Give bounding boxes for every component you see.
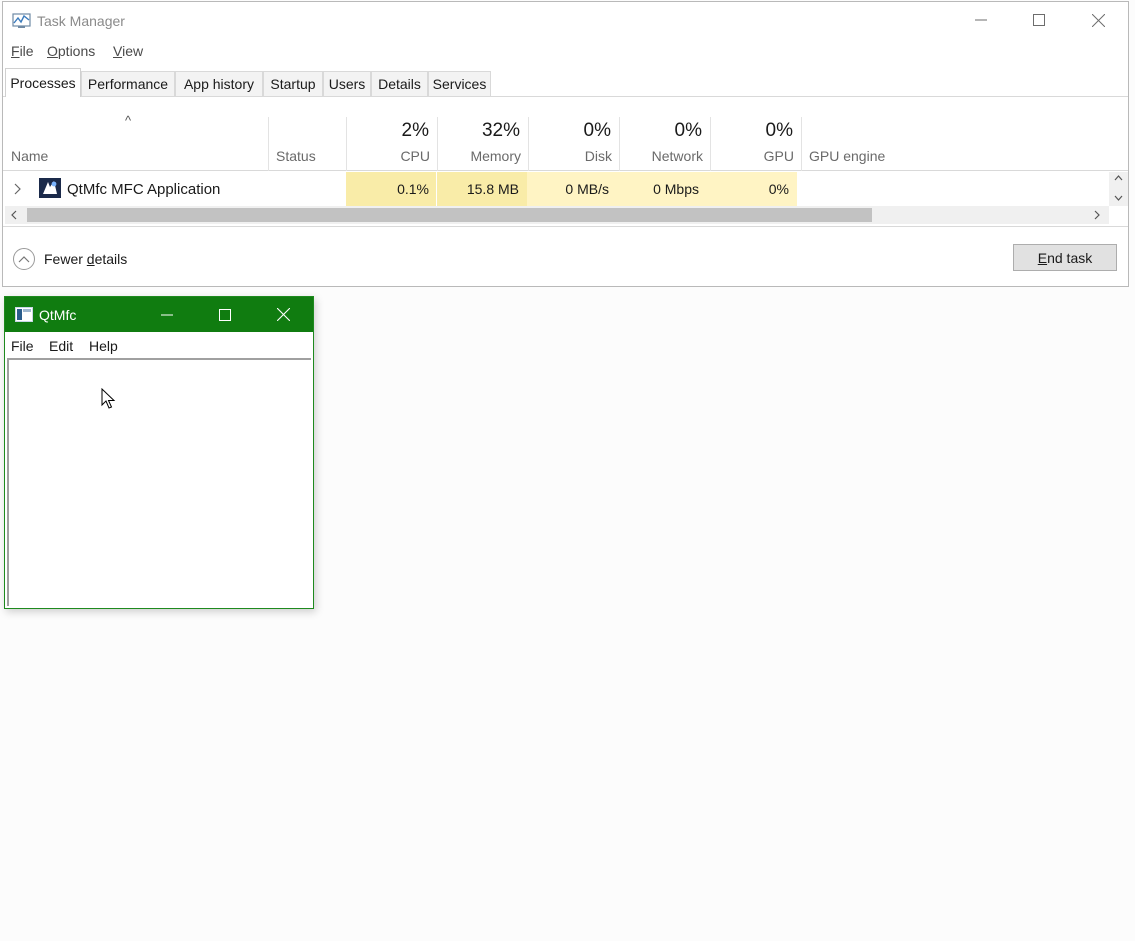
column-divider[interactable] xyxy=(268,117,269,171)
process-network: 0 Mbps xyxy=(653,181,699,197)
fewer-details-accel: d xyxy=(86,251,95,267)
minimize-icon xyxy=(161,314,173,315)
menu-options[interactable]: Options xyxy=(47,43,95,59)
footer: Fewer details End task xyxy=(3,226,1128,287)
disk-total-percent[interactable]: 0% xyxy=(534,120,611,142)
qtmfc-window: QtMfc File Edit Help xyxy=(4,296,314,609)
maximize-icon xyxy=(1033,14,1045,26)
menu-file-accel: F xyxy=(11,43,20,59)
app-icon xyxy=(39,178,61,198)
qtmfc-titlebar[interactable]: QtMfc xyxy=(5,297,313,332)
window-title: Task Manager xyxy=(37,13,125,29)
scrollbar-thumb[interactable] xyxy=(27,208,872,222)
minimize-icon xyxy=(975,19,987,21)
menu-options-label: ptions xyxy=(57,43,96,59)
horizontal-scrollbar[interactable] xyxy=(5,206,1109,224)
chevron-down-icon[interactable] xyxy=(1114,195,1123,201)
process-cpu: 0.1% xyxy=(397,181,429,197)
column-divider[interactable] xyxy=(801,117,802,171)
column-memory-header[interactable]: Memory xyxy=(443,148,521,164)
column-name-header[interactable]: Name xyxy=(11,148,48,164)
chevron-left-icon[interactable] xyxy=(11,210,17,220)
qtmfc-maximize-button[interactable] xyxy=(197,297,253,332)
vertical-scrollbar[interactable] xyxy=(1109,172,1128,206)
end-task-button[interactable]: End task xyxy=(1013,244,1117,271)
sort-indicator-icon[interactable]: ^ xyxy=(125,113,131,128)
tab-details[interactable]: Details xyxy=(371,71,428,96)
column-disk-header[interactable]: Disk xyxy=(534,148,612,164)
memory-total-percent[interactable]: 32% xyxy=(443,120,520,142)
process-memory: 15.8 MB xyxy=(466,181,519,197)
chevron-right-icon[interactable] xyxy=(1094,210,1100,220)
fewer-details-text: Fewer xyxy=(44,251,87,267)
qtmfc-minimize-button[interactable] xyxy=(139,297,195,332)
tab-startup[interactable]: Startup xyxy=(263,71,323,96)
column-status-header[interactable]: Status xyxy=(276,148,316,164)
column-divider[interactable] xyxy=(528,117,529,171)
menu-file[interactable]: File xyxy=(11,43,34,59)
qtmfc-menu-help[interactable]: Help xyxy=(89,338,118,354)
cpu-total-percent[interactable]: 2% xyxy=(353,120,429,142)
menu-file-label: ile xyxy=(19,43,34,59)
tab-strip: Processes Performance App history Startu… xyxy=(3,65,1128,97)
process-disk: 0 MB/s xyxy=(565,181,609,197)
close-icon xyxy=(1091,13,1105,27)
maximize-button[interactable] xyxy=(1016,2,1062,38)
menu-options-accel: O xyxy=(47,43,58,59)
tab-users[interactable]: Users xyxy=(323,71,371,96)
task-manager-titlebar[interactable]: Task Manager xyxy=(3,2,1128,38)
column-gpu-header[interactable]: GPU xyxy=(715,148,794,164)
column-gpu-engine-header[interactable]: GPU engine xyxy=(809,148,885,164)
tab-app-history[interactable]: App history xyxy=(175,71,263,96)
tab-services[interactable]: Services xyxy=(428,71,491,96)
menu-view[interactable]: View xyxy=(113,43,143,59)
qtmfc-menu-file[interactable]: File xyxy=(11,338,34,354)
column-divider[interactable] xyxy=(710,117,711,171)
qtmfc-client-area[interactable] xyxy=(7,358,311,606)
gpu-total-percent[interactable]: 0% xyxy=(715,120,793,142)
qtmfc-menu-edit[interactable]: Edit xyxy=(49,338,73,354)
menu-bar: File Options View xyxy=(3,39,1128,65)
qtmfc-title: QtMfc xyxy=(39,307,77,323)
task-manager-icon xyxy=(12,13,31,28)
end-task-label: nd task xyxy=(1047,249,1093,266)
column-cpu-header[interactable]: CPU xyxy=(353,148,430,164)
tab-processes[interactable]: Processes xyxy=(5,68,81,97)
mouse-pointer-icon xyxy=(101,388,116,409)
process-gpu: 0% xyxy=(768,181,789,197)
chevron-up-icon[interactable] xyxy=(1114,175,1123,181)
maximize-icon xyxy=(219,308,231,321)
column-divider[interactable] xyxy=(619,117,620,171)
close-icon xyxy=(276,308,290,321)
network-total-percent[interactable]: 0% xyxy=(625,120,702,142)
column-divider[interactable] xyxy=(346,117,347,171)
table-row[interactable]: QtMfc MFC Application 0.1% 15.8 MB 0 MB/… xyxy=(3,172,1109,206)
column-network-header[interactable]: Network xyxy=(625,148,703,164)
column-divider[interactable] xyxy=(437,117,438,171)
menu-view-accel: V xyxy=(113,43,123,59)
qtmfc-close-button[interactable] xyxy=(255,297,311,332)
qtmfc-menu-bar: File Edit Help xyxy=(5,332,313,358)
chevron-right-icon[interactable] xyxy=(14,183,22,195)
chevron-up-circle-icon xyxy=(13,248,35,270)
column-header: ^ Name Status 2% CPU 32% Memory 0% Disk … xyxy=(3,97,1128,171)
tab-performance[interactable]: Performance xyxy=(81,71,175,96)
fewer-details-text-end: etails xyxy=(94,251,128,267)
menu-view-label: iew xyxy=(122,43,144,59)
fewer-details-label: Fewer details xyxy=(44,251,127,267)
end-task-accel: E xyxy=(1037,249,1048,266)
process-name: QtMfc MFC Application xyxy=(67,181,221,198)
fewer-details-button[interactable]: Fewer details xyxy=(13,246,127,272)
minimize-button[interactable] xyxy=(958,2,1004,38)
task-manager-window: Task Manager File Options View Processes… xyxy=(2,1,1129,287)
app-window-icon xyxy=(15,307,33,322)
close-button[interactable] xyxy=(1075,2,1121,38)
